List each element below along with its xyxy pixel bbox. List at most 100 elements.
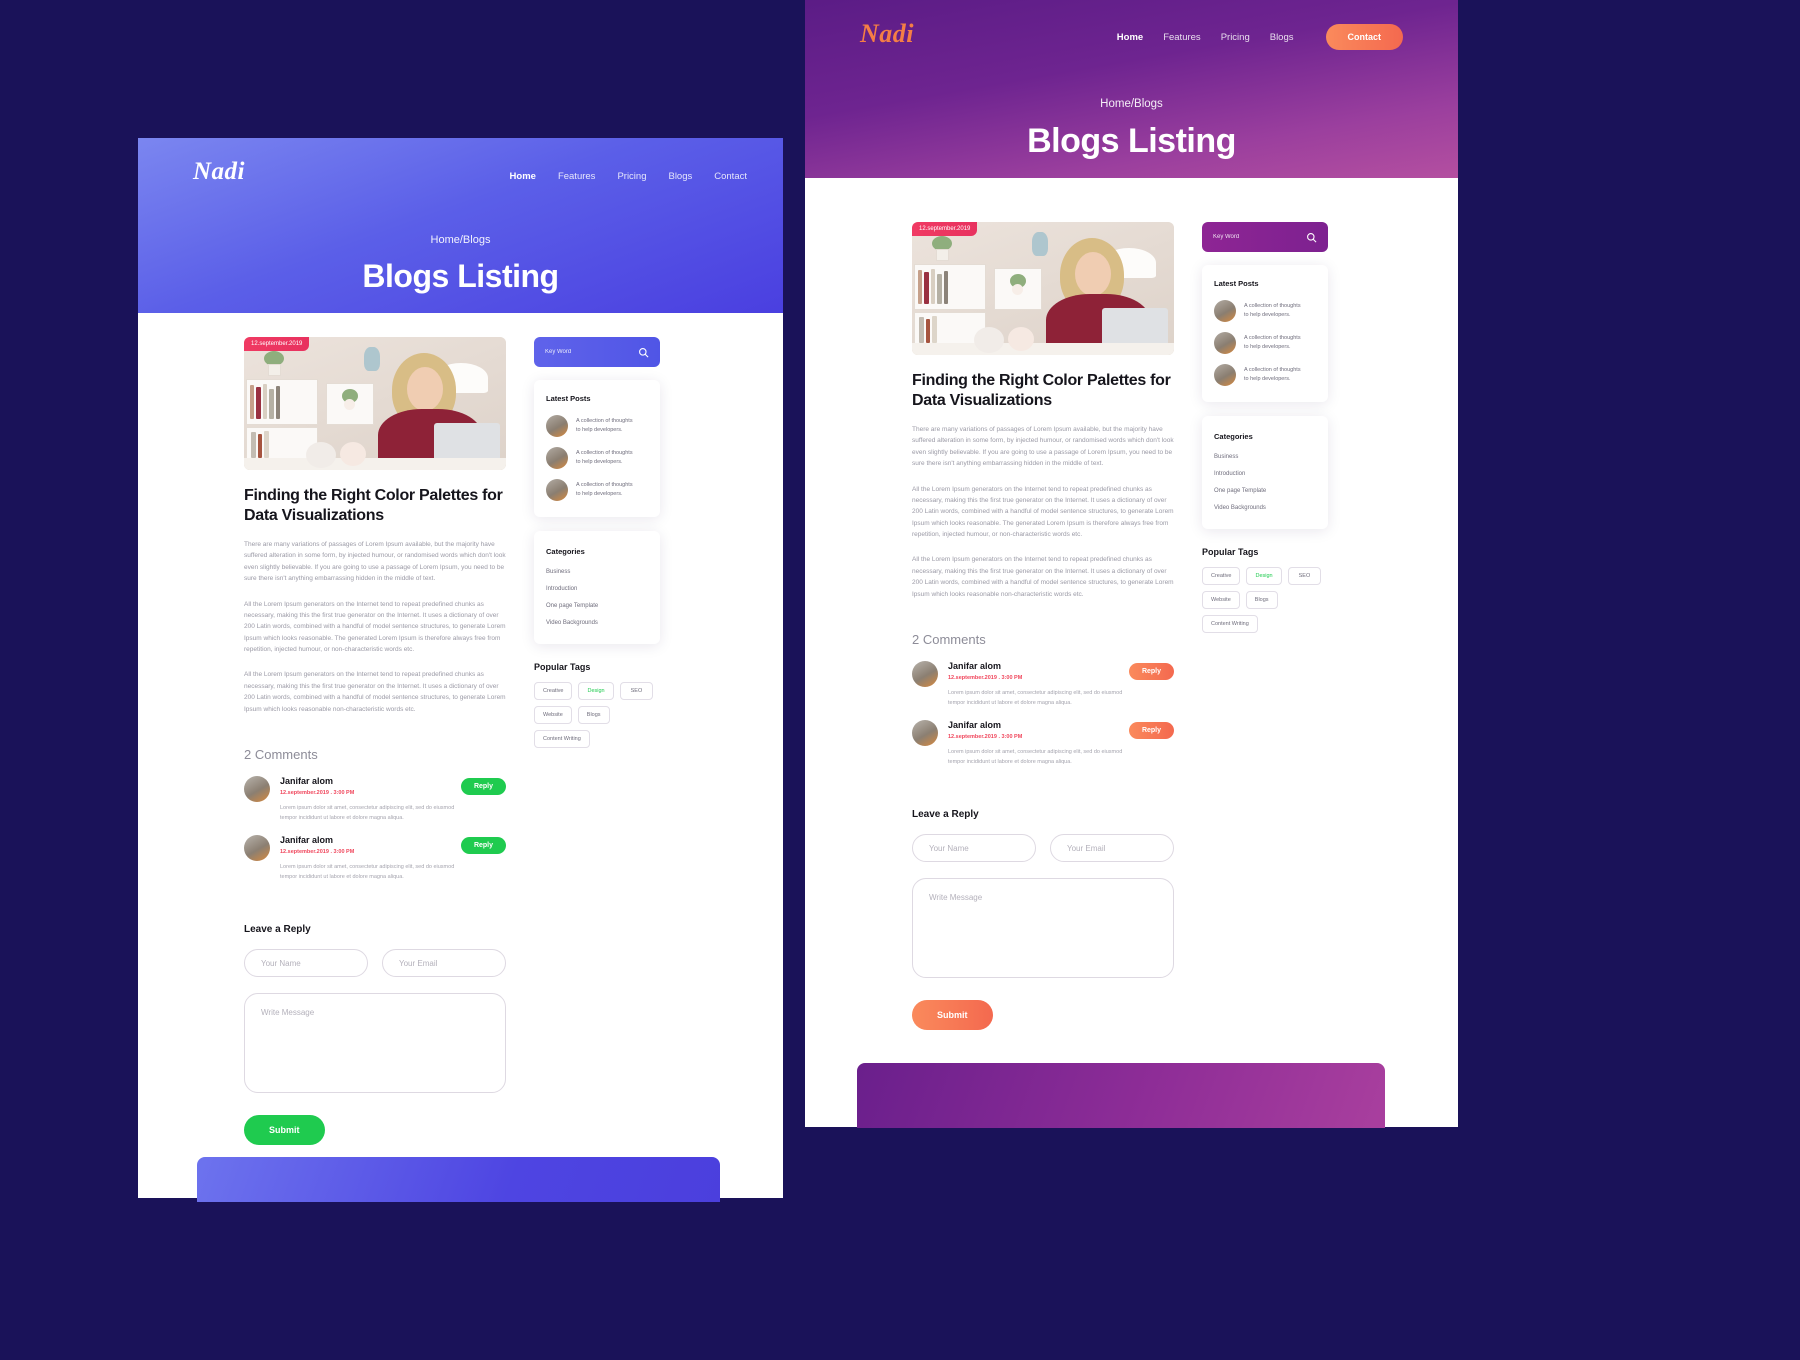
tag-item[interactable]: SEO <box>1287 567 1322 585</box>
post-date-badge: 12.september.2019 <box>244 337 310 351</box>
nav-item-blogs[interactable]: Blogs <box>1270 32 1294 43</box>
category-item[interactable]: One page Template <box>546 603 648 609</box>
reply-button[interactable]: Reply <box>1128 722 1174 740</box>
latest-post-item[interactable]: A collection of thoughts to help develop… <box>546 447 648 469</box>
tag-item[interactable]: Blogs <box>1245 591 1278 609</box>
comment-author: Janifar alom <box>948 660 1002 671</box>
submit-button[interactable]: Submit <box>912 1000 993 1031</box>
popular-tags-title: Popular Tags <box>1202 547 1259 557</box>
nav-item-features[interactable]: Features <box>558 171 596 182</box>
post-paragraph-3: All the Lorem Ipsum generators on the In… <box>244 671 506 713</box>
avatar <box>546 447 568 469</box>
site-logo[interactable]: Nadi <box>193 158 245 186</box>
name-field[interactable]: Your Name <box>244 949 368 978</box>
post-paragraph-1: There are many variations of passages of… <box>244 541 506 583</box>
latest-posts-title: Latest Posts <box>1214 279 1259 288</box>
comments-heading: 2 Comments <box>244 746 318 762</box>
category-item[interactable]: Introduction <box>546 586 648 592</box>
post-featured-image: 12.september.2019 <box>912 222 1174 355</box>
post-title-line2: Data Visualizations <box>244 507 384 524</box>
latest-post-line1: A collection of thoughts <box>1244 367 1301 374</box>
category-item[interactable]: Business <box>1214 454 1316 460</box>
nav-item-pricing[interactable]: Pricing <box>617 171 646 182</box>
tag-item[interactable]: Blogs <box>577 706 610 724</box>
nav-item-home[interactable]: Home <box>1117 32 1143 43</box>
email-field[interactable]: Your Email <box>1050 834 1174 863</box>
nav-item-blogs[interactable]: Blogs <box>668 171 692 182</box>
search-icon[interactable] <box>638 347 649 358</box>
tag-item[interactable]: Content Writing <box>1202 615 1258 633</box>
left-article: 12.september.2019 Finding the Right Colo… <box>244 337 506 1146</box>
category-item[interactable]: Video Backgrounds <box>546 620 648 626</box>
tag-item[interactable]: Design <box>578 682 614 700</box>
tag-item[interactable]: Content Writing <box>534 730 590 748</box>
avatar <box>244 835 270 862</box>
avatar <box>1214 364 1236 386</box>
avatar <box>912 720 938 747</box>
reply-button[interactable]: Reply <box>460 837 506 855</box>
category-item[interactable]: Video Backgrounds <box>1214 505 1316 511</box>
category-item[interactable]: Introduction <box>1214 471 1316 477</box>
category-item[interactable]: Business <box>546 569 648 575</box>
latest-post-item[interactable]: A collection of thoughts to help develop… <box>1214 364 1316 386</box>
latest-posts-card: Latest Posts A collection of thoughts to… <box>534 380 660 517</box>
post-title: Finding the Right Color Palettes for Dat… <box>912 371 1174 411</box>
site-logo[interactable]: Nadi <box>860 19 914 49</box>
avatar <box>546 479 568 501</box>
latest-post-item[interactable]: A collection of thoughts to help develop… <box>1214 300 1316 322</box>
post-paragraph-3: All the Lorem Ipsum generators on the In… <box>912 556 1174 598</box>
latest-post-line1: A collection of thoughts <box>576 418 633 425</box>
right-primary-nav: Home Features Pricing Blogs Contact <box>1117 18 1403 50</box>
latest-post-item[interactable]: A collection of thoughts to help develop… <box>1214 332 1316 354</box>
contact-button[interactable]: Contact <box>1325 24 1403 50</box>
avatar <box>912 660 938 687</box>
tag-item[interactable]: Website <box>534 706 572 724</box>
email-field-placeholder: Your Email <box>399 958 438 968</box>
photo-illustration <box>912 222 1174 355</box>
comment-timestamp: 12.september.2019 . 3:00 PM <box>280 789 355 796</box>
avatar <box>1214 332 1236 354</box>
avatar <box>546 415 568 437</box>
nav-item-pricing[interactable]: Pricing <box>1221 32 1250 43</box>
search-input-placeholder: Key Word <box>1213 234 1240 240</box>
comment-body: Lorem ipsum dolor sit amet, consectetur … <box>948 689 1123 706</box>
latest-post-line2: to help developers. <box>576 459 623 465</box>
name-field[interactable]: Your Name <box>912 834 1036 863</box>
popular-tags-title: Popular Tags <box>534 662 591 672</box>
right-sidebar: Key Word Latest Posts A collection of th… <box>1202 222 1328 633</box>
tag-item[interactable]: Creative <box>534 682 573 700</box>
message-field[interactable]: Write Message <box>244 993 506 1094</box>
nav-item-features[interactable]: Features <box>1163 32 1201 43</box>
latest-post-line1: A collection of thoughts <box>1244 335 1301 342</box>
email-field[interactable]: Your Email <box>382 949 506 978</box>
breadcrumb: Home/Blogs <box>430 234 491 246</box>
right-content: 12.september.2019 Finding the Right Colo… <box>805 178 1458 1031</box>
post-paragraph-2: All the Lorem Ipsum generators on the In… <box>244 600 506 654</box>
post-paragraph-2: All the Lorem Ipsum generators on the In… <box>912 485 1174 539</box>
latest-post-line1: A collection of thoughts <box>1244 303 1301 310</box>
latest-post-item[interactable]: A collection of thoughts to help develop… <box>546 479 648 501</box>
message-field[interactable]: Write Message <box>912 878 1174 979</box>
latest-post-item[interactable]: A collection of thoughts to help develop… <box>546 415 648 437</box>
tag-item[interactable]: Creative <box>1202 567 1241 585</box>
nav-item-home[interactable]: Home <box>510 171 536 182</box>
reply-form-heading: Leave a Reply <box>912 809 979 821</box>
reply-button[interactable]: Reply <box>460 777 506 795</box>
post-featured-image: 12.september.2019 <box>244 337 506 470</box>
submit-button[interactable]: Submit <box>244 1115 325 1146</box>
latest-post-line2: to help developers. <box>1244 376 1291 382</box>
category-item[interactable]: One page Template <box>1214 488 1316 494</box>
latest-post-line2: to help developers. <box>576 491 623 497</box>
tag-item[interactable]: Website <box>1202 591 1240 609</box>
tag-item[interactable]: Design <box>1246 567 1282 585</box>
left-sidebar: Key Word Latest Posts A collection of th… <box>534 337 660 748</box>
search-box[interactable]: Key Word <box>534 337 660 367</box>
search-icon[interactable] <box>1306 232 1317 243</box>
search-box[interactable]: Key Word <box>1202 222 1328 252</box>
latest-post-line2: to help developers. <box>1244 312 1291 318</box>
reply-button[interactable]: Reply <box>1128 662 1174 680</box>
name-field-placeholder: Your Name <box>261 958 301 968</box>
tag-item[interactable]: SEO <box>619 682 654 700</box>
page-title: Blogs Listing <box>362 258 559 294</box>
nav-item-contact[interactable]: Contact <box>714 171 747 182</box>
